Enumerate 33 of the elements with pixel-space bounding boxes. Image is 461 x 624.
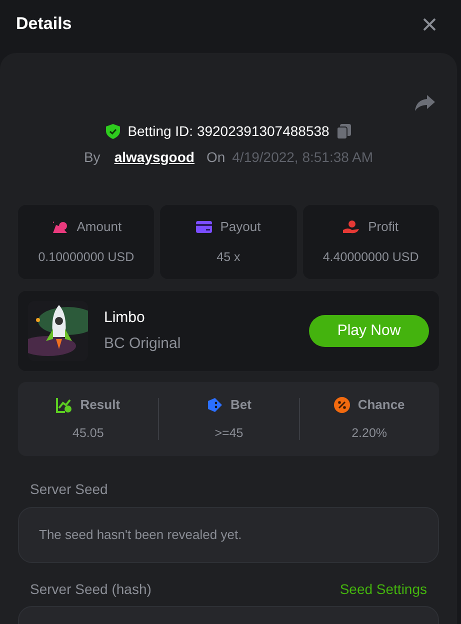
result-value: >=45 — [214, 425, 244, 442]
username-link[interactable]: alwaysgood — [114, 147, 194, 168]
stat-label: Payout — [220, 218, 261, 236]
server-seed-label: Server Seed — [30, 480, 109, 499]
stat-value: 45 x — [216, 249, 240, 266]
result-label: Result — [80, 396, 120, 414]
seed-settings-link[interactable]: Seed Settings — [340, 579, 427, 600]
shield-check-icon — [106, 124, 120, 139]
on-label: On — [206, 148, 226, 167]
server-seed-hash-label: Server Seed (hash) — [30, 580, 152, 599]
result-value: 45.05 — [72, 425, 104, 442]
game-name: Limbo — [104, 308, 146, 328]
percent-icon — [334, 396, 350, 413]
result-label: Chance — [358, 396, 405, 414]
server-seed-value: The seed hasn't been revealed yet. — [39, 526, 242, 544]
game-provider: BC Original — [104, 334, 181, 354]
by-label: By — [84, 148, 100, 167]
copy-icon[interactable] — [337, 124, 352, 139]
stat-value: 4.40000000 USD — [322, 249, 419, 266]
bet-date: 4/19/2022, 8:51:38 AM — [232, 148, 374, 167]
betting-id: Betting ID: 39202391307488538 — [128, 122, 330, 141]
result-value: 2.20% — [352, 425, 388, 442]
stat-value: 0.10000000 USD — [38, 249, 134, 266]
result-label: Bet — [230, 396, 252, 414]
dice-icon — [206, 396, 223, 413]
share-icon[interactable] — [415, 95, 435, 111]
hand-person-icon — [343, 220, 360, 234]
dialog-title: Details — [16, 13, 72, 36]
chart-check-icon — [56, 396, 72, 413]
card-icon — [196, 220, 212, 233]
stat-label: Amount — [76, 218, 122, 236]
stat-label: Profit — [368, 218, 398, 236]
close-icon[interactable] — [423, 18, 436, 30]
